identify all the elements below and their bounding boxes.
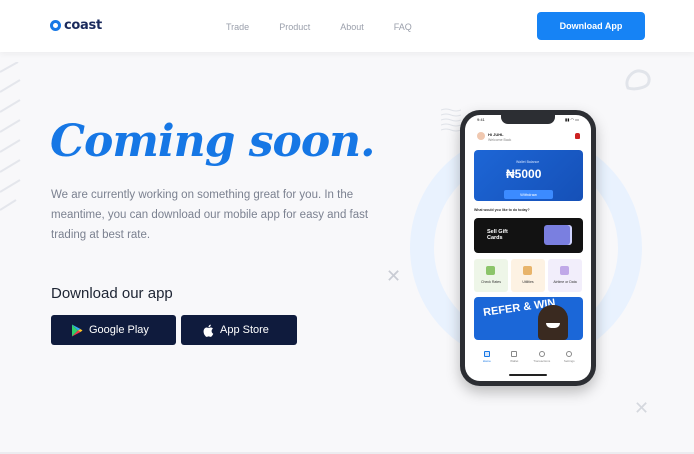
google-play-label: Google Play <box>89 324 149 336</box>
main-nav: Trade Product About FAQ <box>226 22 412 32</box>
phone-notch <box>501 115 555 124</box>
gift-card-image <box>544 225 570 245</box>
tile-airtime-data: Airtime or Data <box>548 259 582 292</box>
withdraw-button: Withdraw <box>504 190 553 199</box>
phone-icon <box>560 266 569 275</box>
action-question: What would you like to do today? <box>474 208 530 212</box>
google-play-icon <box>72 324 83 336</box>
tab-label: Transactions <box>533 359 551 363</box>
tab-wallet: Wallet <box>503 351 525 381</box>
notification-bell-icon <box>575 133 580 139</box>
decorative-lines <box>0 62 21 211</box>
apple-icon <box>203 324 214 337</box>
nav-link-product[interactable]: Product <box>279 22 310 32</box>
gift-card-label: Sell Gift Cards <box>487 229 508 241</box>
tab-label: Home <box>482 359 491 363</box>
balance-label: Wallet Balance <box>516 160 540 164</box>
top-navbar: coast Trade Product About FAQ Download A… <box>0 0 694 52</box>
gear-icon <box>566 351 573 357</box>
app-store-label: App Store <box>220 324 269 336</box>
refer-and-win-banner: REFER & WIN <box>474 297 583 340</box>
tile-utilities: Utilities <box>511 259 545 292</box>
balance-value: ₦5000 <box>506 167 542 181</box>
decorative-cross: ✕ <box>634 398 650 418</box>
coast-logo[interactable]: coast <box>50 18 102 33</box>
greeting-subtitle: Welcome Back <box>488 138 512 142</box>
page: ✕ ✕ coast Trade Product About FAQ Downlo… <box>0 0 694 454</box>
nav-link-about[interactable]: About <box>340 22 364 32</box>
sell-gift-cards-card: Sell Gift Cards <box>474 218 583 253</box>
phone-screen: 9:41 ▮▮ ◠ ▭ Hi JUHL Welcome Back Wallet … <box>465 115 591 381</box>
home-indicator <box>509 374 547 376</box>
wallet-icon <box>511 351 518 357</box>
phone-tab-bar: Home Wallet Transactions Settings <box>465 351 591 381</box>
tab-home: Home <box>476 351 498 381</box>
tab-label: Settings <box>563 359 575 363</box>
greeting-name: Hi JUHL <box>488 132 504 137</box>
status-time: 9:41 <box>477 117 485 122</box>
tile-label: Utilities <box>522 280 534 284</box>
decorative-blob <box>625 69 651 91</box>
download-app-button[interactable]: Download App <box>537 12 645 40</box>
history-icon <box>538 351 545 357</box>
nav-link-faq[interactable]: FAQ <box>394 22 412 32</box>
tile-label: Check Rates <box>480 280 502 284</box>
chart-icon <box>486 266 495 275</box>
decorative-wave <box>441 108 461 132</box>
bulb-icon <box>523 266 532 275</box>
tab-settings: Settings <box>558 351 580 381</box>
download-heading: Download our app <box>51 285 173 302</box>
phone-mockup: 9:41 ▮▮ ◠ ▭ Hi JUHL Welcome Back Wallet … <box>460 110 596 386</box>
hero-description: We are currently working on something gr… <box>51 189 369 241</box>
status-icons: ▮▮ ◠ ▭ <box>565 117 579 122</box>
quick-action-tiles: Check Rates Utilities Airtime or Data <box>474 259 582 292</box>
tab-label: Wallet <box>510 359 519 363</box>
decorative-cross: ✕ <box>386 266 402 286</box>
tile-check-rates: Check Rates <box>474 259 508 292</box>
logo-text: coast <box>64 18 102 33</box>
hero-title: Coming soon. <box>50 116 375 167</box>
home-icon <box>483 351 490 357</box>
avatar <box>477 132 485 140</box>
wallet-balance-card: Wallet Balance ₦5000 Withdraw <box>474 150 583 201</box>
logo-icon <box>50 20 61 31</box>
tab-transactions: Transactions <box>531 351 553 381</box>
google-play-button[interactable]: Google Play <box>51 315 176 345</box>
tile-label: Airtime or Data <box>553 280 577 284</box>
app-store-button[interactable]: App Store <box>181 315 297 345</box>
nav-link-trade[interactable]: Trade <box>226 22 249 32</box>
